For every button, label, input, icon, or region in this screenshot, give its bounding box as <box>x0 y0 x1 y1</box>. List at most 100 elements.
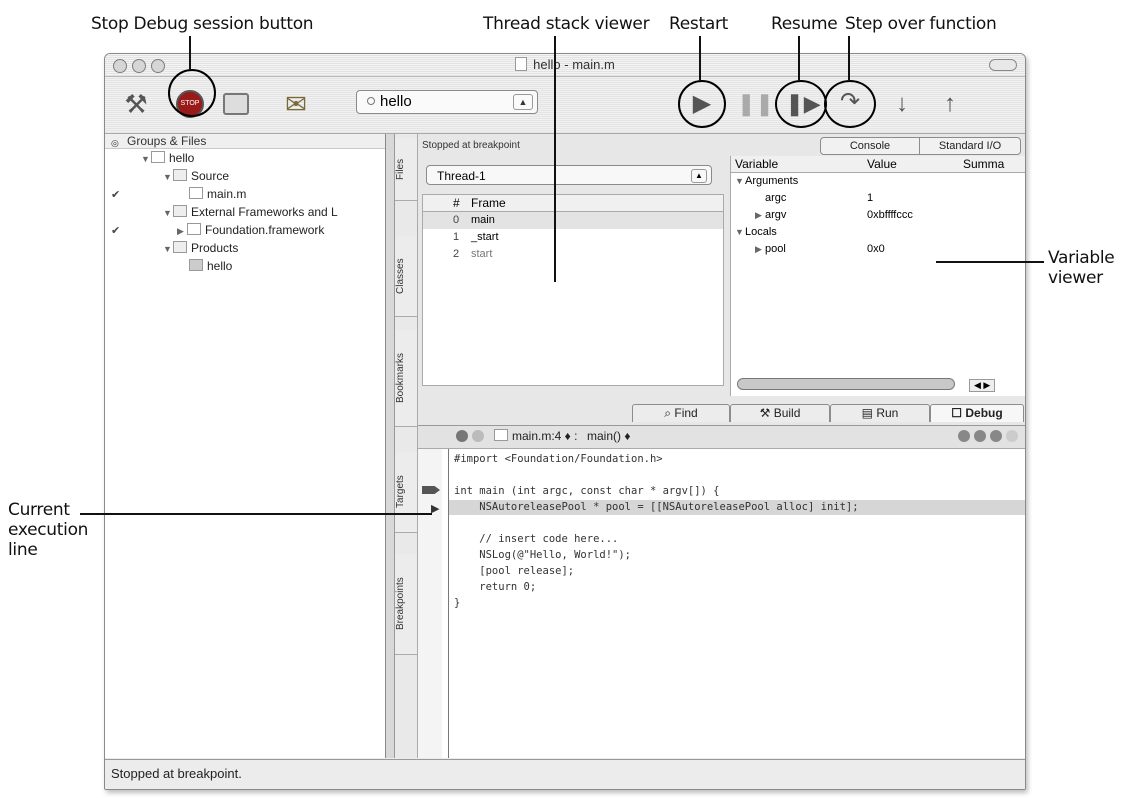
window-title: hello - main.m <box>105 57 1025 72</box>
tab-debug[interactable]: ☐ Debug <box>930 404 1024 422</box>
bookmark-icon[interactable] <box>958 430 970 442</box>
step-into-icon[interactable]: ↓ <box>887 89 917 119</box>
frame-row[interactable]: 2 start <box>423 246 723 263</box>
tree-item-external-frameworks[interactable]: ▼ External Frameworks and L <box>163 204 338 220</box>
scroll-arrows-icon[interactable]: ◀ ▶ <box>969 379 996 392</box>
var-row-locals[interactable]: ▼Locals <box>735 224 777 241</box>
code-line: return 0; <box>454 581 537 593</box>
frame-function: start <box>471 248 493 260</box>
tab-debug-label: Debug <box>965 406 1003 420</box>
tab-files[interactable]: Files <box>395 138 417 201</box>
tree-item-foundation-framework[interactable]: ▶ Foundation.framework <box>177 222 324 238</box>
callout-restart: Restart <box>669 14 729 34</box>
code-line-current: NSAutoreleasePool * pool = [[NSAutorelea… <box>454 501 859 513</box>
var-row-pool[interactable]: ▶ pool 0x0 <box>755 241 1025 258</box>
pause-icon[interactable]: ❚❚ <box>737 89 774 119</box>
editor-gutter[interactable] <box>418 449 443 758</box>
build-run-icon[interactable] <box>223 93 249 115</box>
include-icon[interactable] <box>990 430 1002 442</box>
tree-item-label: hello <box>207 259 233 273</box>
window-title-text: hello - main.m <box>533 57 615 72</box>
step-out-icon[interactable]: ↑ <box>935 89 965 119</box>
executable-icon <box>189 259 203 271</box>
function-popup[interactable]: main() ♦ <box>587 428 630 444</box>
debug-icon: ☐ <box>951 406 966 420</box>
tab-build-label: Build <box>773 406 801 420</box>
tree-item-hello-project[interactable]: ▼ hello <box>141 150 194 166</box>
disclosure-triangle-icon: ▶ <box>177 226 184 236</box>
sidebar-splitter[interactable] <box>386 134 395 758</box>
disclosure-triangle-icon: ▶ <box>755 210 762 220</box>
highlight-circle-restart <box>678 80 726 128</box>
clean-icon[interactable]: ✉ <box>281 89 311 119</box>
back-icon[interactable] <box>456 430 468 442</box>
target-dot-icon <box>367 97 375 105</box>
checkmark-icon[interactable]: ✔ <box>111 224 120 237</box>
tree-item-label: main.m <box>207 187 247 201</box>
source-file-icon <box>494 429 508 441</box>
frame-num: 1 <box>453 231 460 243</box>
tab-targets[interactable]: Targets <box>395 452 417 533</box>
hammer-icon[interactable]: ⚒ <box>119 89 153 119</box>
callout-step-over: Step over function <box>845 14 997 34</box>
var-row-argc[interactable]: argc 1 <box>765 190 1025 207</box>
file-popup[interactable]: main.m:4 ♦ : <box>482 428 577 444</box>
vertical-tabs: Files Classes Bookmarks Targets Breakpoi… <box>395 134 418 758</box>
function-popup-label: main() ♦ <box>587 429 631 443</box>
standard-io-button[interactable]: Standard I/O <box>919 137 1021 155</box>
frames-header: # Frame <box>423 195 723 212</box>
tab-find[interactable]: ⌕ Find <box>632 404 730 422</box>
toolbar-toggle-button[interactable] <box>989 59 1017 71</box>
tree-item-hello-product[interactable]: hello <box>189 258 232 274</box>
folder-icon <box>173 169 187 181</box>
tab-classes[interactable]: Classes <box>395 236 417 317</box>
tree-item-products[interactable]: ▼ Products <box>163 240 238 256</box>
run-icon: ▤ <box>861 406 877 420</box>
tree-item-label: Foundation.framework <box>205 223 325 237</box>
checkmark-icon[interactable]: ✔ <box>111 188 120 201</box>
status-bar: Stopped at breakpoint. <box>105 759 1025 789</box>
tree-item-main-m[interactable]: main.m <box>189 186 246 202</box>
tab-run[interactable]: ▤ Run <box>830 404 930 422</box>
frame-function: _start <box>471 231 499 243</box>
frames-header-frame: Frame <box>471 196 506 210</box>
leader-line-resume <box>798 36 800 81</box>
vars-header-value: Value <box>867 157 897 171</box>
var-name: argv <box>765 209 787 221</box>
code-editor[interactable]: ▶ #import <Foundation/Foundation.h> int … <box>418 449 1025 758</box>
tree-item-source[interactable]: ▼ Source <box>163 168 229 184</box>
callout-variable-viewer-line1: Variable <box>1048 248 1115 268</box>
var-row-arguments[interactable]: ▼Arguments <box>735 173 798 190</box>
disclosure-triangle-icon: ▼ <box>163 172 172 182</box>
thread-stack-viewer: # Frame 0 main 1 _start 2 start <box>422 194 724 386</box>
groups-files-header[interactable]: ◎ Groups & Files <box>105 134 385 149</box>
code-line: // insert code here... <box>454 533 619 545</box>
frame-row[interactable]: 0 main <box>423 212 723 229</box>
tab-bookmarks[interactable]: Bookmarks <box>395 330 417 427</box>
frame-row[interactable]: 1 _start <box>423 229 723 246</box>
active-target-popup[interactable]: hello ▲ <box>356 90 538 114</box>
title-bar[interactable]: hello - main.m <box>105 54 1025 77</box>
document-icon <box>515 57 528 71</box>
var-value: 0x0 <box>867 243 885 255</box>
highlight-circle-step-over <box>824 80 876 128</box>
tab-breakpoints[interactable]: Breakpoints <box>395 554 417 655</box>
callout-current-execution-line2: execution <box>8 520 89 540</box>
var-row-argv[interactable]: ▶ argv 0xbffffccc <box>755 207 1025 224</box>
groups-dot-icon: ◎ <box>111 138 119 148</box>
counterpart-icon[interactable] <box>1006 430 1018 442</box>
callout-current-execution: Current execution line <box>8 500 88 560</box>
leader-line-restart <box>699 36 701 81</box>
thread-popup[interactable]: Thread-1 ▲ <box>426 165 712 185</box>
variables-horizontal-scrollbar[interactable] <box>737 378 955 390</box>
groups-files-sidebar: ◎ Groups & Files ▼ hello ▼ Source ✔ main.m … <box>105 134 386 758</box>
project-icon <box>151 151 165 163</box>
code-line: #import <Foundation/Foundation.h> <box>454 453 663 465</box>
frames-header-num: # <box>453 196 460 210</box>
breakpoint-toggle-icon[interactable] <box>974 430 986 442</box>
console-button[interactable]: Console <box>820 137 920 155</box>
tab-build[interactable]: ⚒ Build <box>730 404 830 422</box>
folder-icon <box>173 205 187 217</box>
xcode-window: hello - main.m ⚒ STOP ✉ hello ▲ ▶ ❚❚ ❚▶ ↷… <box>104 53 1026 790</box>
pc-arrow-icon: ▶ <box>431 503 440 515</box>
